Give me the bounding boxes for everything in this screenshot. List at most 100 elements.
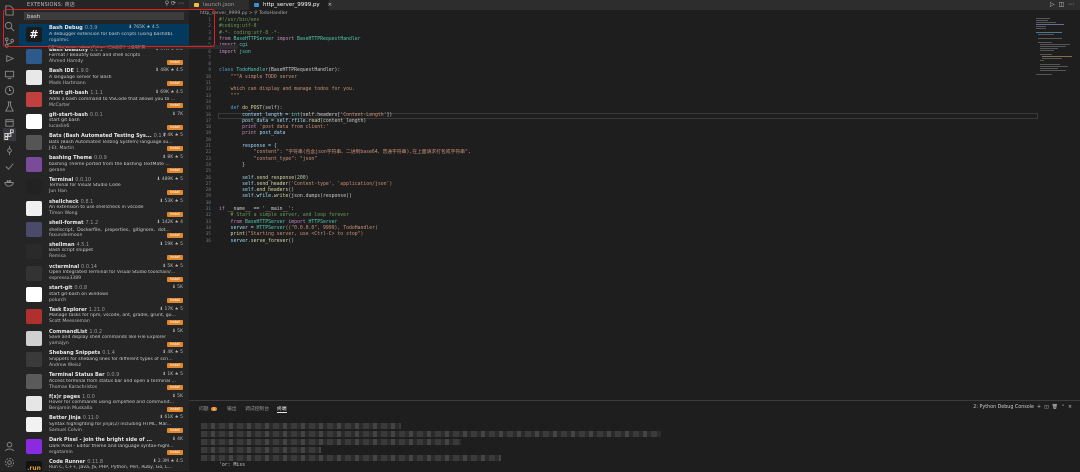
extension-version: 1.21.0 [88, 306, 105, 313]
explorer-icon[interactable] [3, 4, 16, 17]
breadcrumb[interactable]: http_server_9999.py > ⚲ TodoHandler [200, 11, 288, 16]
extension-item[interactable]: shellcheck 0.8.1 ⬇ 53K ★ 5 An extension to … [19, 198, 189, 220]
extension-version: 0.0.9 [106, 372, 120, 378]
sidebar-tools[interactable]: ⚲ ⟳ ⋯ [165, 0, 184, 7]
extension-item[interactable]: CommandList 1.0.2 ⬇ 5K Save and display she… [19, 328, 189, 350]
extension-item[interactable]: # Bash Debug 0.3.9 ⬇ 765K ★ 4.5 A debugger e… [19, 24, 189, 46]
extension-icon [26, 308, 42, 324]
extension-item[interactable]: bashing Theme 0.0.9 ⬇ 8K ★ 5 bashing Theme … [19, 154, 189, 176]
install-button[interactable]: Install [167, 450, 183, 456]
extension-name: shellcheck 0.8.1 [49, 198, 94, 205]
clock-icon[interactable] [3, 84, 16, 97]
extension-stats: ⬇ 489K ★ 5 [156, 176, 184, 182]
install-button[interactable]: Install [167, 298, 183, 304]
panel-controls: 2: Python Debug Console + ◫ 🗑 ⌃ × [973, 405, 1072, 410]
run-icon[interactable]: ▷ [1050, 1, 1055, 8]
refresh-icon[interactable]: ⟳ [171, 0, 176, 7]
extension-item[interactable]: Bash IDE 1.9.0 ⬇ 48K ★ 4.5 A language serve… [19, 67, 189, 89]
problems-badge: 3 [210, 407, 217, 411]
extension-item[interactable]: Dark Pixel - join the bright side of ...… [19, 436, 189, 458]
install-button[interactable]: Install [167, 276, 183, 282]
more-actions-icon[interactable]: ⋯ [1068, 1, 1074, 8]
trash-icon[interactable]: 🗑 [1052, 405, 1058, 410]
extension-item[interactable]: Terminal Status Bar 0.0.9 ⬇ 1K ★ 5 Access t… [19, 371, 189, 393]
source-control-icon[interactable] [3, 36, 16, 49]
close-icon[interactable]: × [327, 2, 332, 8]
extension-item[interactable]: Terminal 0.0.10 ⬇ 489K ★ 5 Terminal for Vis… [19, 176, 189, 198]
extension-icon [26, 178, 42, 194]
extension-item[interactable]: Better Jinja 0.11.0 ⬇ 61K ★ 5 Syntax highli… [19, 414, 189, 436]
close-icon[interactable]: × [1068, 405, 1072, 410]
extension-icon [26, 265, 42, 281]
code-editor[interactable]: 1 #!/usr/bin/env 2 #coding:utf-8 3 #-*- codin… [189, 18, 1080, 400]
tab-launch-json[interactable]: launch.json [189, 0, 249, 10]
extension-item[interactable]: shellman 4.5.1 ⬇ 19K ★ 5 Bash script snippe… [19, 241, 189, 263]
debug-icon[interactable] [3, 52, 16, 65]
extension-stats: ⬇ 7K [171, 111, 183, 117]
panel-tab-terminal[interactable]: 终端 [277, 405, 287, 413]
gear-icon[interactable] [3, 456, 16, 469]
install-button[interactable]: Install [167, 103, 183, 109]
install-button[interactable]: Install [167, 211, 183, 217]
install-button[interactable]: Install [167, 254, 183, 260]
extension-item[interactable]: start-git 0.0.8 ⬇ 5K start git-bash on wind… [19, 284, 189, 306]
extension-author: polurch [49, 297, 67, 303]
install-button[interactable]: Install [167, 59, 183, 65]
install-button[interactable]: Install [167, 341, 183, 347]
install-button[interactable]: Install [167, 189, 183, 195]
tab-http-server[interactable]: http_server_9999.py × [249, 0, 332, 10]
panel-tab-debug-console[interactable]: 调试控制台 [245, 405, 269, 412]
minimap[interactable] [1036, 18, 1072, 78]
extension-item[interactable]: .run Code Runner 0.11.8 ⬇ 2.3M ★ 4.5 Run C, … [19, 458, 189, 471]
test-icon[interactable] [3, 100, 16, 113]
search-icon[interactable] [3, 20, 16, 33]
install-button[interactable]: Install [167, 146, 183, 152]
panel-tab-problems[interactable]: 问题 3 [199, 405, 217, 412]
extension-name: Shebang Snippets 0.1.4 [49, 350, 115, 357]
split-editor-icon[interactable]: ◫ [1059, 1, 1065, 8]
install-button[interactable]: Install [167, 385, 183, 390]
install-button[interactable]: Install [167, 81, 183, 87]
remote-icon[interactable] [3, 68, 16, 81]
extension-description: Bash script snippet [49, 248, 94, 254]
add-terminal-icon[interactable]: + [1037, 405, 1041, 410]
extension-item[interactable]: git-start-bash 0.0.1 ⬇ 7K start git bash luc… [19, 111, 189, 133]
split-terminal-icon[interactable]: ◫ [1044, 405, 1049, 410]
extension-version: 0.0.1 [89, 111, 103, 118]
extension-description: bashing Theme ported from the bashing Te… [49, 161, 170, 167]
account-icon[interactable] [3, 440, 16, 453]
install-button[interactable]: Install [167, 428, 183, 434]
panel-tab-output[interactable]: 输出 [227, 405, 237, 412]
extension-item[interactable]: Start git-bash 1.1.1 ⬇ 69K ★ 4.5 Adds a bas… [19, 89, 189, 111]
more-icon[interactable]: ⋯ [178, 0, 184, 7]
git-graph-icon[interactable] [3, 144, 16, 157]
extension-version: 1.0.2 [89, 328, 103, 335]
python-file-icon [254, 3, 259, 7]
install-button[interactable]: Install [167, 363, 183, 369]
install-button[interactable]: Install [167, 406, 183, 412]
extension-item[interactable]: vcterminal 0.0.14 ⬇ 5K ★ 5 Open Integrated … [19, 263, 189, 285]
extension-icon [26, 417, 42, 433]
install-button[interactable]: Install [167, 168, 183, 174]
filter-icon[interactable]: ⚲ [165, 0, 169, 7]
extension-icon [26, 135, 42, 151]
extension-item[interactable]: Shebang Snippets 0.1.4 ⬇ 4K ★ 5 Snippets fo… [19, 349, 189, 371]
extension-item[interactable]: Bats (Bash Automated Testing Sys... 0.1.7… [19, 132, 189, 154]
extension-item[interactable]: Task Explorer 1.21.0 ⬇ 17K ★ 5 Manage tasks… [19, 306, 189, 328]
terminal-select[interactable]: 2: Python Debug Console [973, 405, 1034, 410]
extension-version: 1.1.1 [90, 90, 103, 97]
extension-author: Benjamin Muskalla [49, 406, 93, 412]
install-button[interactable]: Install [167, 124, 183, 130]
install-button[interactable]: Install [167, 233, 183, 239]
chevron-up-icon[interactable]: ⌃ [1061, 405, 1065, 410]
extension-item[interactable]: f(x)r pages 1.0.0 ⬇ 5K Hover for commands u… [19, 393, 189, 415]
extension-search-input[interactable]: bash [24, 12, 184, 20]
extension-name: start-git 0.0.8 [49, 285, 88, 292]
extensions-icon[interactable] [3, 128, 16, 141]
docker-icon[interactable] [3, 176, 16, 189]
extension-item[interactable]: shell-format 7.1.2 ⬇ 142K ★ 4 shellscript、D… [19, 219, 189, 241]
blurred-terminal-line [201, 423, 401, 429]
install-button[interactable]: Install [167, 319, 183, 325]
extension-stats: ⬇ 4K [171, 437, 183, 443]
check-icon[interactable] [3, 160, 16, 173]
